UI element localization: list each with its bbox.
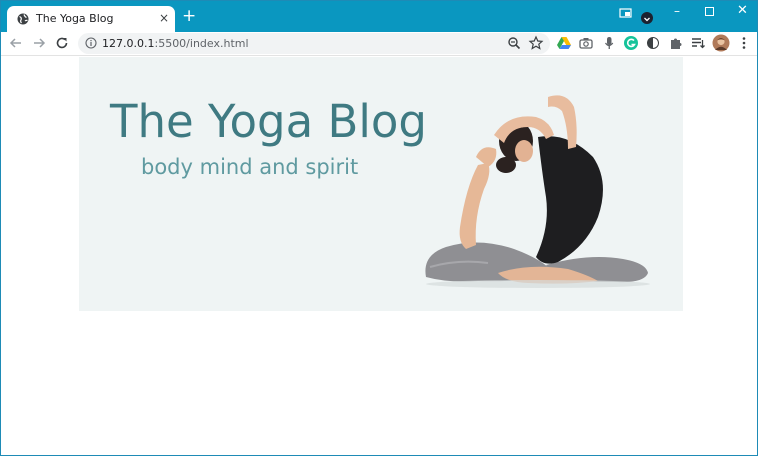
- blog-banner: The Yoga Blog body mind and spirit: [79, 57, 683, 311]
- back-arrow-icon[interactable]: [7, 34, 25, 52]
- microphone-icon[interactable]: [601, 35, 617, 51]
- bookmark-star-icon[interactable]: [528, 35, 544, 51]
- profile-avatar[interactable]: [712, 34, 730, 52]
- page-viewport: The Yoga Blog body mind and spirit: [1, 57, 757, 455]
- tab-title: The Yoga Blog: [36, 12, 114, 25]
- google-drive-icon[interactable]: [556, 35, 572, 51]
- extensions-puzzle-icon[interactable]: [668, 35, 684, 51]
- blog-title: The Yoga Blog: [110, 95, 427, 148]
- maximize-button[interactable]: [705, 7, 714, 16]
- browser-window: The Yoga Blog × + – ✕ 127.0.0.1:5500/ind…: [0, 0, 758, 456]
- tab-search-icon[interactable]: [641, 12, 653, 24]
- reload-icon[interactable]: [53, 34, 71, 52]
- new-tab-button[interactable]: +: [182, 7, 198, 25]
- browser-toolbar: 127.0.0.1:5500/index.html: [1, 32, 757, 56]
- blog-tagline: body mind and spirit: [141, 155, 359, 179]
- site-info-icon[interactable]: [85, 37, 97, 49]
- tab-the-yoga-blog[interactable]: The Yoga Blog ×: [7, 6, 175, 32]
- tab-close-icon[interactable]: ×: [159, 11, 171, 25]
- media-cast-icon[interactable]: [619, 5, 633, 23]
- more-menu-icon[interactable]: [736, 35, 752, 51]
- grammarly-icon[interactable]: [623, 35, 639, 51]
- url-path: :5500/index.html: [154, 37, 249, 50]
- camera-icon[interactable]: [578, 35, 594, 51]
- forward-arrow-icon[interactable]: [30, 34, 48, 52]
- address-bar[interactable]: 127.0.0.1:5500/index.html: [78, 33, 550, 54]
- reading-list-icon[interactable]: [690, 35, 706, 51]
- url-host: 127.0.0.1: [102, 37, 155, 50]
- title-bar: The Yoga Blog × + – ✕: [1, 1, 757, 32]
- url-text[interactable]: 127.0.0.1:5500/index.html: [102, 37, 249, 50]
- dark-mode-icon[interactable]: [645, 35, 661, 51]
- globe-icon: [17, 13, 29, 25]
- yoga-pose-image: [425, 95, 650, 288]
- zoom-icon[interactable]: [506, 35, 522, 51]
- minimize-button[interactable]: –: [674, 4, 684, 18]
- close-window-button[interactable]: ✕: [737, 3, 749, 18]
